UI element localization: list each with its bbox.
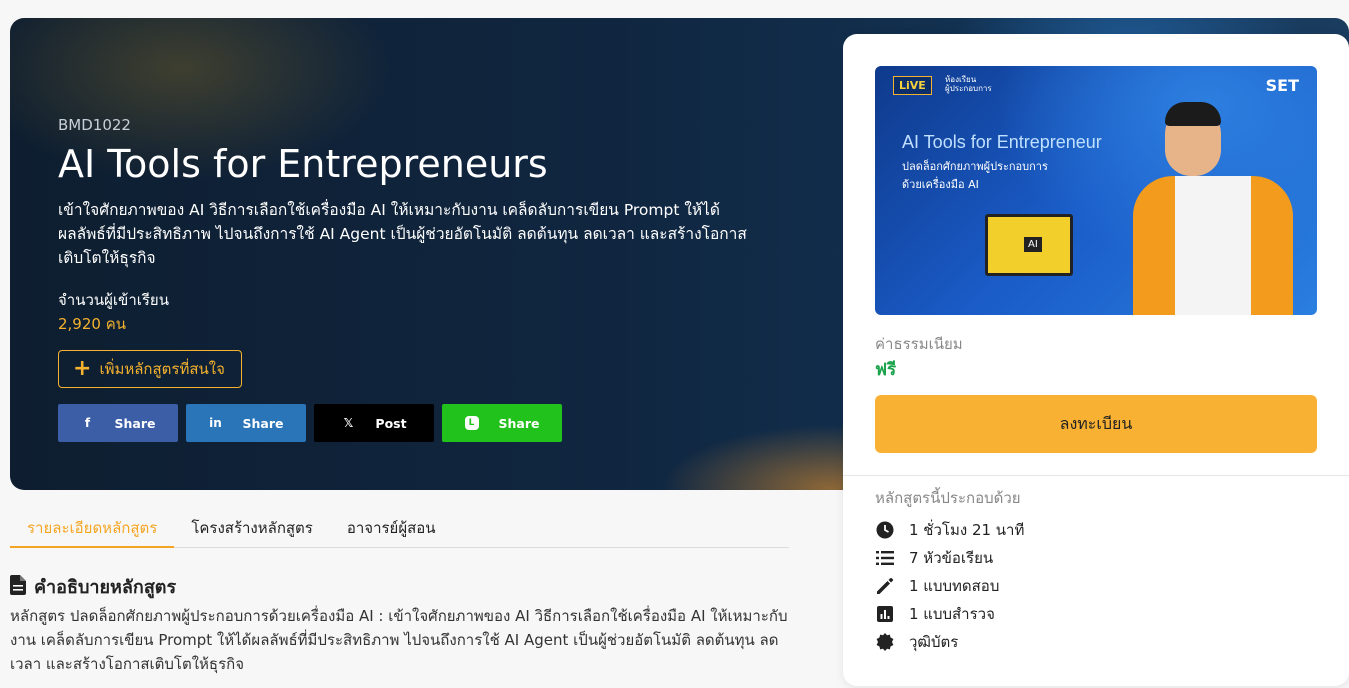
thumbnail-title: AI Tools for Entrepreneur: [902, 132, 1102, 152]
x-post-button[interactable]: 𝕏 Post: [314, 404, 434, 442]
feature-quiz: 1 แบบทดสอบ: [875, 574, 999, 598]
instructor-hair: [1165, 102, 1221, 126]
course-code: BMD1022: [58, 116, 131, 134]
description-heading-title: คำอธิบายหลักสูตร: [34, 577, 177, 598]
thumbnail-subtitle-line1: ปลดล็อกศักยภาพผู้ประกอบการ: [902, 160, 1048, 173]
feature-lessons: 7 หัวข้อเรียน: [875, 546, 993, 570]
course-thumbnail: LiVE ห้องเรียน ผู้ประกอบการ SET AI Tools…: [875, 66, 1317, 315]
line-share-button[interactable]: L Share: [442, 404, 562, 442]
line-icon: L: [464, 416, 479, 430]
enroll-count-value: 2,920 คน: [58, 315, 126, 333]
thumbnail-subtitle: ปลดล็อกศักยภาพผู้ประกอบการ ด้วยเครื่องมื…: [902, 158, 1048, 194]
description-heading: คำอธิบายหลักสูตร: [10, 572, 176, 601]
feature-survey-label: 1 แบบสำรวจ: [909, 605, 995, 623]
add-favorite-label: เพิ่มหลักสูตรที่สนใจ: [99, 360, 225, 378]
live-platform-logo: LiVE: [893, 76, 932, 95]
entrepreneur-room-logo-line1: ห้องเรียน: [945, 75, 977, 84]
ai-screen-illustration: AI: [985, 214, 1073, 276]
facebook-share-label: Share: [114, 415, 156, 431]
course-page: BMD1022 AI Tools for Entrepreneurs เข้าใ…: [0, 0, 1349, 688]
badge-icon: [875, 633, 895, 651]
course-short-description: เข้าใจศักยภาพของ AI วิธีการเลือกใช้เครื่…: [58, 201, 747, 267]
tab-course-details[interactable]: รายละเอียดหลักสูตร: [10, 510, 175, 548]
list-icon: [875, 551, 895, 565]
line-share-label: Share: [498, 415, 540, 431]
entrepreneur-room-logo: ห้องเรียน ผู้ประกอบการ: [945, 75, 992, 93]
ai-screen-label: AI: [1024, 237, 1042, 252]
feature-quiz-label: 1 แบบทดสอบ: [909, 577, 1000, 595]
instructor-shirt: [1175, 176, 1251, 315]
tab-instructors[interactable]: อาจารย์ผู้สอน: [330, 510, 453, 548]
linkedin-share-button[interactable]: in Share: [186, 404, 306, 442]
feature-duration: 1 ชั่วโมง 21 นาที: [875, 518, 1024, 542]
course-tabs: รายละเอียดหลักสูตร โครงสร้างหลักสูตร อาจ…: [10, 510, 789, 548]
linkedin-share-label: Share: [242, 415, 284, 431]
set-logo: SET: [1265, 76, 1299, 95]
chart-icon: [875, 606, 895, 622]
feature-certificate: วุฒิบัตร: [875, 630, 958, 654]
course-includes-label: หลักสูตรนี้ประกอบด้วย: [875, 489, 1021, 507]
course-description-body: หลักสูตร ปลดล็อกศักยภาพผู้ประกอบการด้วยเ…: [10, 607, 788, 673]
facebook-share-button[interactable]: f Share: [58, 404, 178, 442]
register-button[interactable]: ลงทะเบียน: [875, 395, 1317, 453]
entrepreneur-room-logo-line2: ผู้ประกอบการ: [945, 84, 992, 93]
card-divider: [843, 475, 1349, 476]
x-post-label: Post: [375, 415, 407, 431]
tab-course-structure[interactable]: โครงสร้างหลักสูตร: [174, 510, 330, 548]
feature-lessons-label: 7 หัวข้อเรียน: [909, 549, 994, 567]
add-favorite-course-button[interactable]: + เพิ่มหลักสูตรที่สนใจ: [58, 350, 242, 388]
document-icon: [10, 574, 26, 599]
feature-duration-label: 1 ชั่วโมง 21 นาที: [909, 521, 1025, 539]
share-buttons: f Share in Share 𝕏 Post L Share: [58, 404, 562, 442]
enroll-count-label: จำนวนผู้เข้าเรียน: [58, 291, 169, 309]
x-icon: 𝕏: [343, 416, 354, 430]
linkedin-icon: in: [209, 416, 222, 430]
feature-certificate-label: วุฒิบัตร: [909, 633, 959, 651]
feature-survey: 1 แบบสำรวจ: [875, 602, 995, 626]
fee-label: ค่าธรรมเนียม: [875, 335, 963, 353]
facebook-icon: f: [84, 416, 91, 430]
clock-icon: [875, 521, 895, 539]
pencil-icon: [875, 577, 895, 595]
plus-icon: +: [73, 356, 92, 381]
course-title: AI Tools for Entrepreneurs: [58, 142, 548, 186]
enrollment-card: LiVE ห้องเรียน ผู้ประกอบการ SET AI Tools…: [843, 34, 1349, 686]
thumbnail-subtitle-line2: ด้วยเครื่องมือ AI: [902, 178, 979, 191]
fee-value: ฟรี: [875, 360, 897, 380]
